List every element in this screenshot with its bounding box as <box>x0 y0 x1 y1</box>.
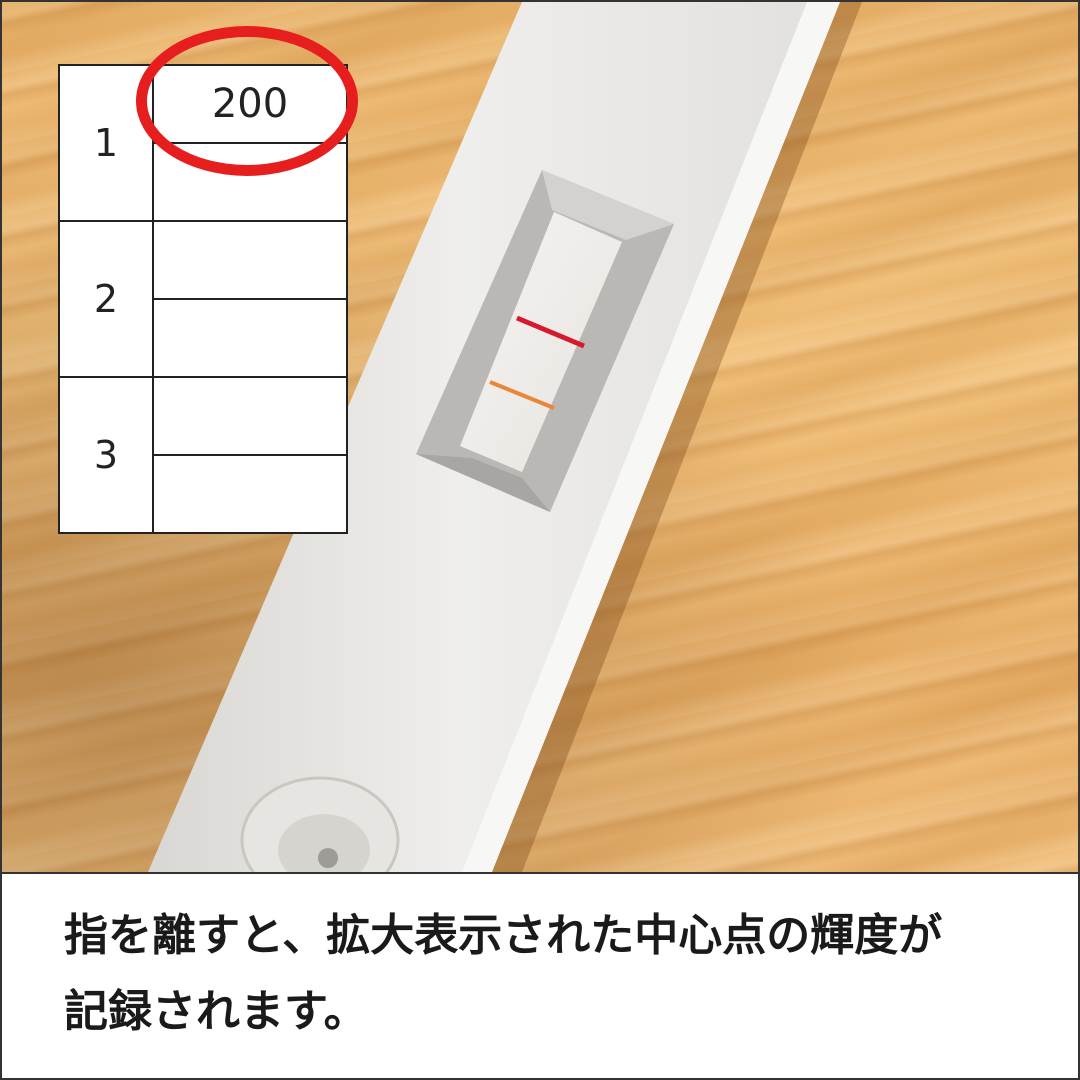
table-row: 3 <box>58 376 348 534</box>
row-number: 2 <box>58 220 154 378</box>
row-number: 3 <box>58 376 154 534</box>
illustration-frame: 1 200 2 3 指を離すと、拡大表示された中心点の輝度が 記録されます。 <box>0 0 1080 1080</box>
value-cell <box>152 298 348 378</box>
wood-table-photo: 1 200 2 3 <box>2 2 1078 872</box>
value-cell <box>152 376 348 456</box>
caption-line-1: 指を離すと、拡大表示された中心点の輝度が <box>64 910 943 961</box>
caption-text: 指を離すと、拡大表示された中心点の輝度が 記録されます。 <box>64 898 1054 1050</box>
value-cell <box>152 220 348 300</box>
caption-line-2: 記録されます。 <box>64 986 368 1037</box>
caption-box: 指を離すと、拡大表示された中心点の輝度が 記録されます。 <box>2 872 1078 1078</box>
table-row: 2 <box>58 220 348 378</box>
highlight-circle <box>136 26 358 176</box>
sample-well-hole <box>318 848 338 868</box>
value-cell <box>152 454 348 534</box>
